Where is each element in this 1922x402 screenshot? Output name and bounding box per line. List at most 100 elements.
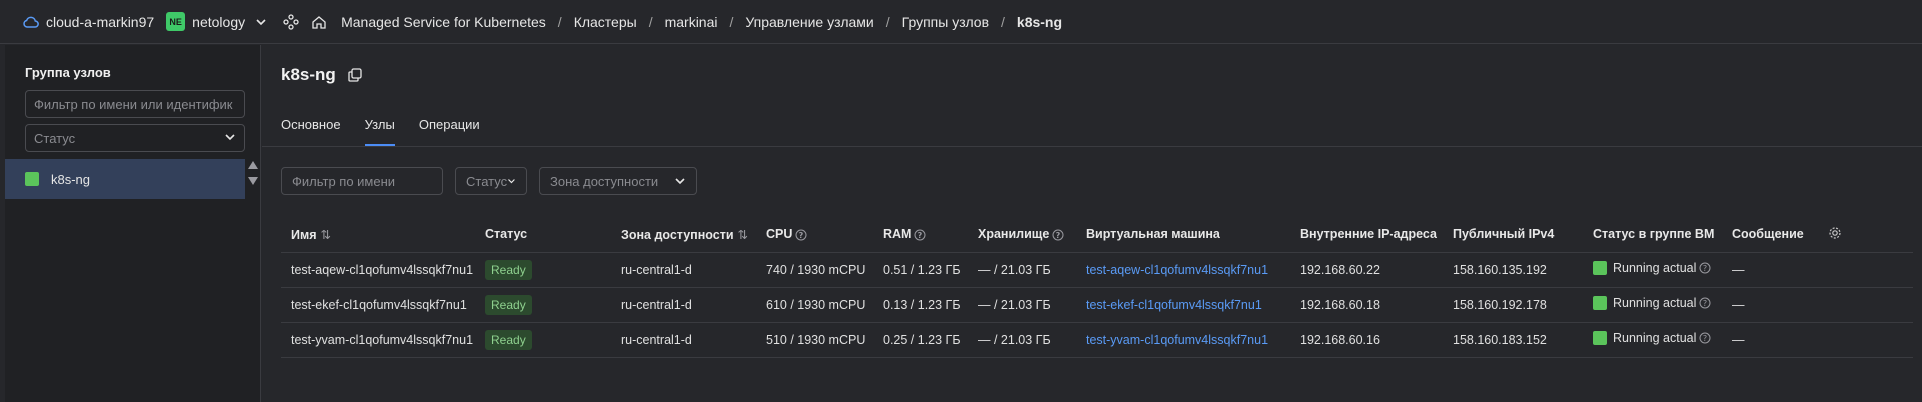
help-icon[interactable]: ? [1699, 297, 1711, 309]
zone-filter-label: Зона доступности [550, 173, 659, 189]
breadcrumb-separator: / [729, 13, 734, 30]
status-badge: Ready [485, 259, 532, 280]
node-status-cell: Ready [475, 322, 611, 358]
node-internal-ip: 192.168.60.18 [1290, 287, 1443, 323]
status-filter-select[interactable]: Статус [455, 167, 527, 195]
vm-status-cell: Running actual? [1583, 322, 1722, 358]
vm-link-cell: test-ekef-cl1qofumv4lssqkf7nu1 [1076, 287, 1290, 323]
chevron-down-icon [508, 179, 515, 184]
column-settings[interactable] [1818, 217, 1913, 253]
top-bar: cloud-a-markin97 NE netology Managed Ser… [0, 0, 1922, 44]
org-name: netology [192, 13, 246, 30]
node-zone: ru-central1-d [611, 287, 756, 323]
help-icon[interactable]: ? [1052, 229, 1064, 241]
column-header-zone[interactable]: Зона доступности ⇅ [611, 217, 756, 253]
name-filter-input[interactable]: Фильтр по имени [281, 167, 443, 195]
breadcrumb-node-groups[interactable]: Группы узлов [902, 14, 989, 30]
table-row[interactable]: test-yvam-cl1qofumv4lssqkf7nu1 Ready ru-ce… [281, 322, 1913, 358]
node-name[interactable]: test-ekef-cl1qofumv4lssqkf7nu1 [281, 287, 475, 323]
node-storage: — / 21.03 ГБ [968, 287, 1076, 323]
vm-status-cell: Running actual? [1583, 252, 1722, 288]
breadcrumb-separator: / [885, 13, 890, 30]
node-name[interactable]: test-aqew-cl1qofumv4lssqkf7nu1 [281, 252, 475, 288]
help-icon[interactable]: ? [914, 229, 926, 241]
chevron-down-icon [224, 131, 236, 146]
status-square-icon [1593, 261, 1607, 275]
breadcrumb-node-management[interactable]: Управление узлами [745, 14, 873, 30]
copy-icon[interactable] [348, 68, 362, 82]
org-badge: NE [166, 12, 186, 31]
node-status-cell: Ready [475, 287, 611, 323]
node-ram: 0.25 / 1.23 ГБ [873, 322, 968, 358]
home-icon[interactable] [311, 14, 327, 30]
tabs: Основное Узлы Операции [281, 117, 504, 146]
svg-text:?: ? [1703, 334, 1707, 343]
page-title: k8s-ng [281, 65, 362, 85]
table-row[interactable]: test-aqew-cl1qofumv4lssqkf7nu1 Ready ru-ce… [281, 252, 1913, 288]
breadcrumb-separator: / [557, 13, 562, 30]
row-spacer [1818, 252, 1913, 288]
node-name[interactable]: test-yvam-cl1qofumv4lssqkf7nu1 [281, 322, 475, 358]
breadcrumb-cluster[interactable]: markinai [665, 14, 718, 30]
breadcrumb-clusters[interactable]: Кластеры [574, 14, 637, 30]
node-message: — [1722, 287, 1818, 323]
vm-link[interactable]: test-ekef-cl1qofumv4lssqkf7nu1 [1086, 298, 1262, 312]
node-internal-ip: 192.168.60.16 [1290, 322, 1443, 358]
node-cpu: 740 / 1930 mCPU [756, 252, 873, 288]
sidebar-status-select[interactable]: Статус [25, 124, 245, 152]
sidebar: Группа узлов Фильтр по имени или идентиф… [5, 45, 261, 402]
vm-status-label: Running actual [1613, 261, 1697, 275]
main-content: k8s-ng Основное Узлы Операции Фильтр по … [262, 45, 1922, 402]
column-header-internal-ip: Внутренние IP-адреса [1290, 217, 1443, 253]
node-ram: 0.51 / 1.23 ГБ [873, 252, 968, 288]
cloud-name: cloud-a-markin97 [46, 13, 155, 30]
breadcrumb-separator: / [1001, 13, 1005, 30]
vm-link-cell: test-yvam-cl1qofumv4lssqkf7nu1 [1076, 322, 1290, 358]
page-title-text: k8s-ng [281, 65, 336, 84]
svg-text:?: ? [918, 231, 923, 240]
column-header-message: Сообщение [1722, 217, 1818, 253]
sort-icon[interactable]: ⇅ [321, 228, 331, 242]
node-cpu: 510 / 1930 mCPU [756, 322, 873, 358]
svg-text:?: ? [1703, 299, 1707, 308]
status-badge: Ready [485, 329, 532, 350]
scroll-down-icon[interactable] [248, 177, 258, 185]
help-icon[interactable]: ? [795, 229, 807, 241]
column-header-public-ip: Публичный IPv4 [1443, 217, 1583, 253]
tab-overview[interactable]: Основное [281, 117, 341, 146]
breadcrumb-service[interactable]: Managed Service for Kubernetes [341, 14, 546, 30]
cloud-selector[interactable]: cloud-a-markin97 NE netology [22, 12, 267, 31]
sidebar-scrollbar[interactable] [248, 161, 258, 185]
vm-status-cell: Running actual? [1583, 287, 1722, 323]
zone-filter-select[interactable]: Зона доступности [539, 167, 697, 195]
help-icon[interactable]: ? [1699, 262, 1711, 274]
tabs-divider [262, 146, 1922, 147]
node-message: — [1722, 252, 1818, 288]
vm-link[interactable]: test-aqew-cl1qofumv4lssqkf7nu1 [1086, 263, 1268, 277]
column-header-ram: RAM? [873, 217, 968, 253]
tab-nodes[interactable]: Узлы [364, 117, 395, 146]
scroll-up-icon[interactable] [248, 161, 258, 169]
sidebar-item-k8s-ng[interactable]: k8s-ng [5, 159, 245, 199]
status-square-icon [1593, 296, 1607, 310]
status-badge: Ready [485, 294, 532, 315]
table-row[interactable]: test-ekef-cl1qofumv4lssqkf7nu1 Ready ru-ce… [281, 287, 1913, 323]
services-icon[interactable] [283, 13, 299, 30]
tab-operations[interactable]: Операции [419, 117, 480, 146]
chevron-down-icon [675, 178, 685, 185]
sort-icon[interactable]: ⇅ [738, 228, 748, 242]
vm-link[interactable]: test-yvam-cl1qofumv4lssqkf7nu1 [1086, 333, 1268, 347]
node-storage: — / 21.03 ГБ [968, 252, 1076, 288]
gear-icon[interactable] [1828, 226, 1842, 240]
row-spacer [1818, 287, 1913, 323]
chevron-down-icon[interactable] [255, 16, 267, 28]
column-header-storage: Хранилище? [968, 217, 1076, 253]
node-public-ip: 158.160.192.178 [1443, 287, 1583, 323]
column-header-name[interactable]: Имя ⇅ [281, 217, 475, 253]
sidebar-filter-input[interactable]: Фильтр по имени или идентифик [25, 90, 245, 118]
filters-bar: Фильтр по имени Статус Зона доступности [281, 167, 697, 195]
node-ram: 0.13 / 1.23 ГБ [873, 287, 968, 323]
help-icon[interactable]: ? [1699, 332, 1711, 344]
node-status-cell: Ready [475, 252, 611, 288]
column-header-vm: Виртуальная машина [1076, 217, 1290, 253]
